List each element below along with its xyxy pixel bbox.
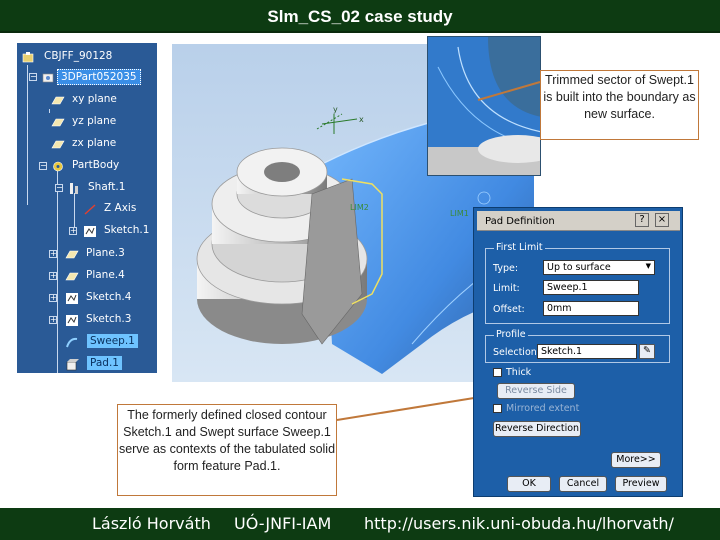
limit-label: Limit:	[493, 283, 520, 294]
type-label: Type:	[493, 263, 519, 274]
thick-checkbox[interactable]	[493, 368, 502, 377]
footer-url[interactable]: http://users.nik.uni-obuda.hu/lhorvath/	[364, 514, 674, 533]
help-button[interactable]: ?	[635, 213, 649, 227]
mirrored-extent-label: Mirrored extent	[506, 403, 580, 414]
selection-label: Selection:	[493, 347, 540, 358]
dialog-title: Pad Definition	[485, 216, 555, 227]
reverse-direction-button[interactable]: Reverse Direction	[493, 421, 581, 437]
edit-sketch-button[interactable]: ✎	[639, 344, 655, 359]
footer-institute: UÓ-JNFI-IAM	[234, 514, 332, 533]
thick-label: Thick	[506, 367, 532, 378]
mirrored-extent-checkbox[interactable]	[493, 404, 502, 413]
chevron-down-icon: ▼	[645, 262, 651, 270]
reverse-side-button[interactable]: Reverse Side	[497, 383, 575, 399]
dialog-body: First Limit Type: Up to surface ▼ Limit:…	[477, 231, 680, 495]
dialog-title-bar: Pad Definition ? ×	[477, 211, 680, 231]
close-button[interactable]: ×	[655, 213, 669, 227]
ok-button[interactable]: OK	[507, 476, 551, 492]
first-limit-label: First Limit	[494, 242, 545, 253]
selection-field[interactable]: Sketch.1	[537, 344, 637, 359]
more-button[interactable]: More>>	[611, 452, 661, 468]
type-select[interactable]: Up to surface ▼	[543, 260, 655, 275]
pad-definition-dialog: Pad Definition ? × First Limit Type: Up …	[473, 207, 683, 497]
offset-label: Offset:	[493, 304, 525, 315]
callout-contexts: The formerly defined closed contour Sket…	[117, 404, 337, 496]
pencil-icon: ✎	[643, 345, 651, 356]
type-value: Up to surface	[547, 262, 611, 273]
preview-button[interactable]: Preview	[615, 476, 667, 492]
profile-label: Profile	[494, 329, 528, 340]
footer-bar: László Horváth UÓ-JNFI-IAM http://users.…	[0, 508, 720, 540]
limit-field[interactable]: Sweep.1	[543, 280, 639, 295]
callout-trimmed-sector: Trimmed sector of Swept.1 is built into …	[540, 70, 699, 140]
offset-field[interactable]: 0mm	[543, 301, 639, 316]
footer-author: László Horváth	[92, 514, 211, 533]
cancel-button[interactable]: Cancel	[559, 476, 607, 492]
